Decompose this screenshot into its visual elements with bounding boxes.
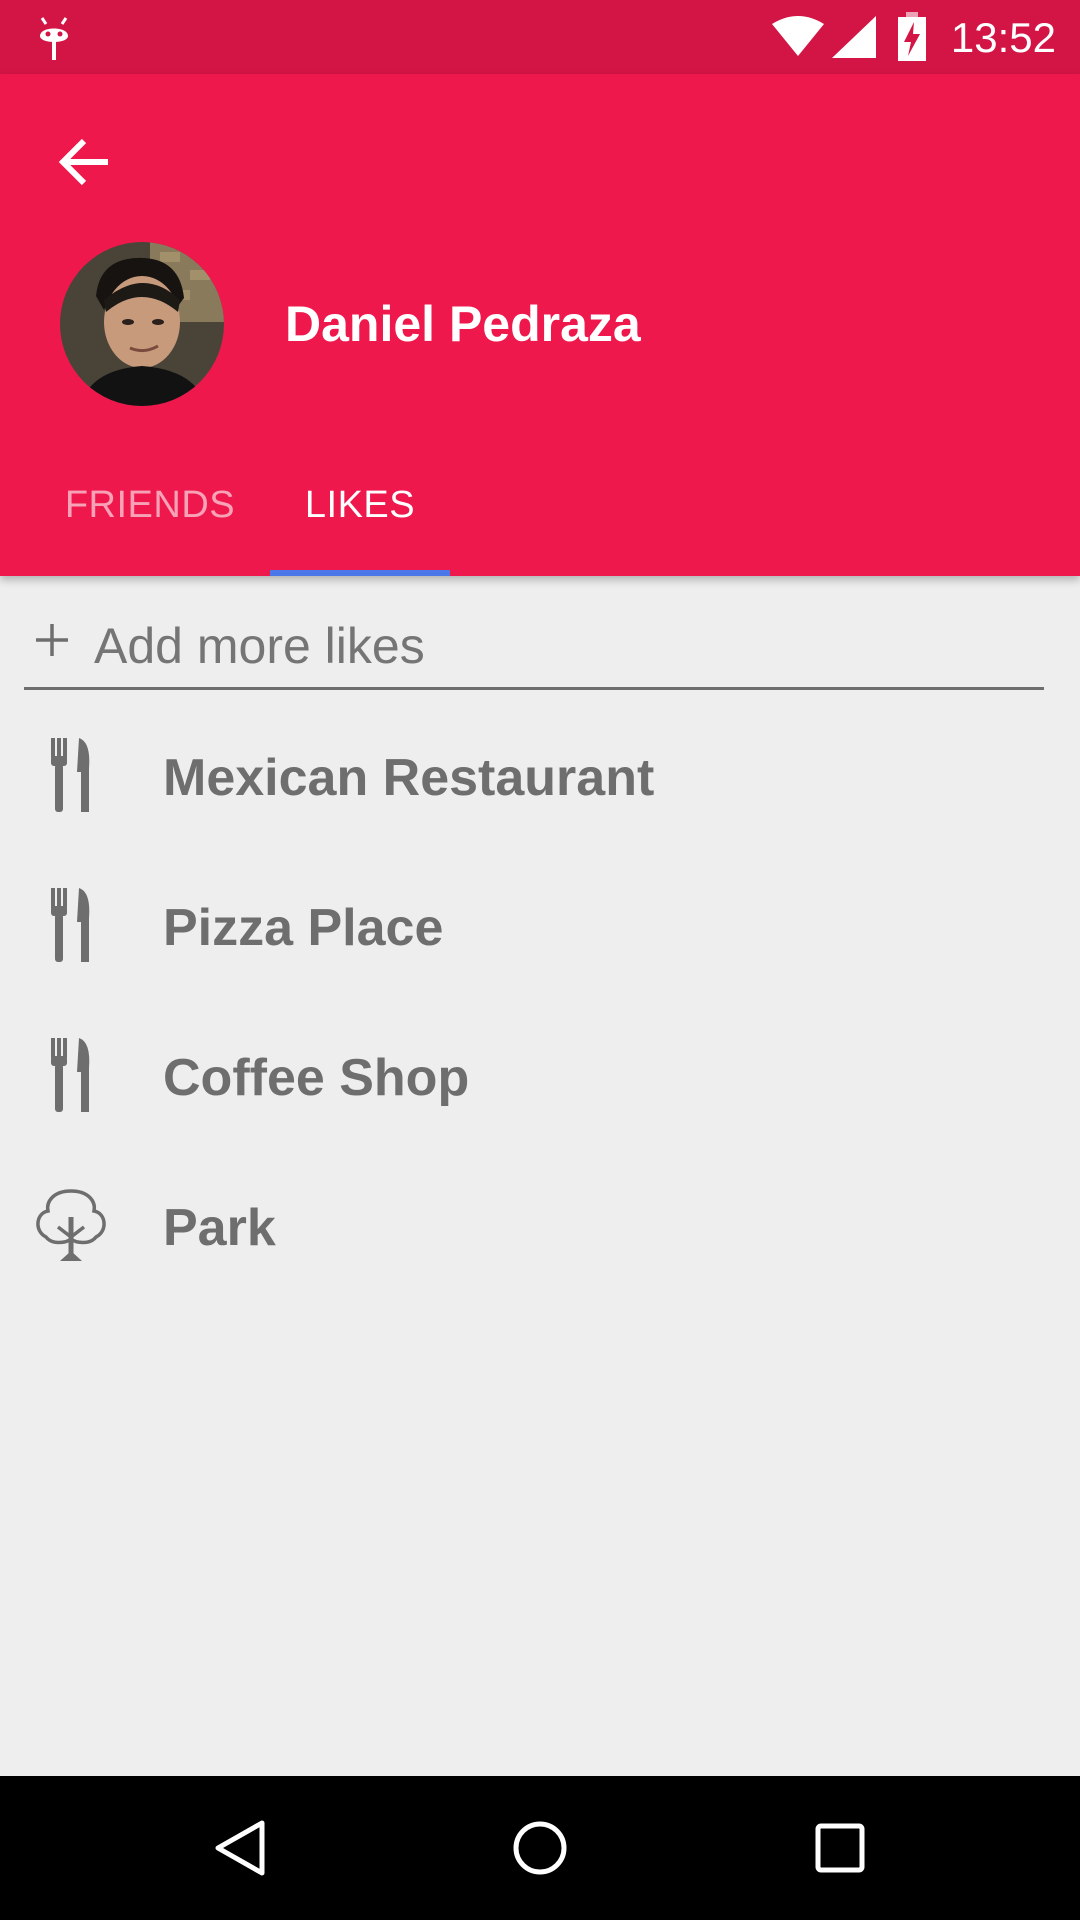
tab-likes[interactable]: LIKES (270, 434, 450, 576)
list-item[interactable]: Coffee Shop (0, 1000, 1080, 1150)
add-likes-field[interactable] (24, 610, 1044, 690)
list-item[interactable]: Pizza Place (0, 850, 1080, 1000)
screen: 13:52 Daniel Pedraza FRIENDS LIKES Add m… (0, 0, 1080, 1920)
debug-icon (40, 17, 68, 60)
nav-back-icon (215, 1820, 265, 1876)
battery-charging-icon (898, 12, 926, 61)
nav-recents-icon (815, 1823, 865, 1873)
avatar[interactable] (60, 242, 224, 406)
navigation-bar (0, 1776, 1080, 1920)
nav-home-button[interactable] (500, 1808, 580, 1888)
back-button[interactable] (48, 126, 120, 198)
wifi-icon (772, 16, 824, 56)
tab-friends[interactable]: FRIENDS (50, 434, 250, 576)
restaurant-icon (32, 886, 110, 964)
list-item[interactable]: Park (0, 1150, 1080, 1300)
add-likes-input[interactable] (94, 610, 1034, 682)
status-bar: 13:52 (0, 0, 1080, 74)
tab-indicator (270, 570, 450, 576)
plus-icon[interactable] (32, 620, 72, 660)
likes-list: Mexican Restaurant Pizza Place Coffee Sh… (0, 700, 1080, 1300)
nav-recents-button[interactable] (800, 1808, 880, 1888)
restaurant-icon (32, 736, 110, 814)
item-label: Pizza Place (163, 899, 444, 957)
tab-bar: FRIENDS LIKES (0, 434, 1080, 576)
profile-name: Daniel Pedraza (285, 296, 641, 352)
nav-back-button[interactable] (200, 1808, 280, 1888)
nav-home-icon (513, 1821, 567, 1875)
restaurant-icon (32, 1036, 110, 1114)
arrow-back-icon (58, 138, 108, 186)
app-bar: Daniel Pedraza FRIENDS LIKES (0, 74, 1080, 576)
park-tree-icon (32, 1186, 110, 1264)
profile-photo (60, 242, 224, 406)
list-item[interactable]: Mexican Restaurant (0, 700, 1080, 850)
status-time: 13:52 (950, 14, 1056, 61)
signal-icon (832, 16, 876, 58)
item-label: Coffee Shop (163, 1049, 470, 1107)
item-label: Mexican Restaurant (163, 749, 655, 807)
item-label: Park (163, 1199, 276, 1257)
